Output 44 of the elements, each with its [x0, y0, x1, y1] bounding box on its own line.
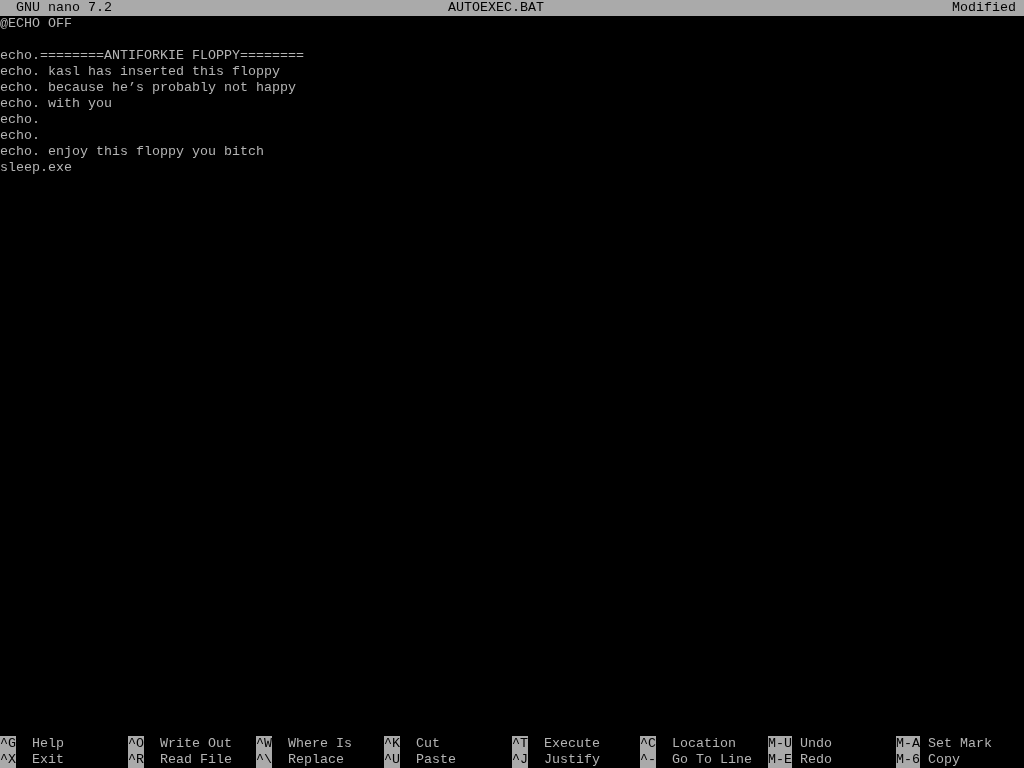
shortcut-key: ^J: [512, 752, 528, 768]
code-line: echo.: [0, 112, 40, 128]
shortcut-key: ^-: [640, 752, 656, 768]
shortcut-label: Replace: [288, 752, 344, 768]
shortcut-key: ^W: [256, 736, 272, 752]
shortcut-key: M-6: [896, 752, 920, 768]
shortcut-label: Copy: [928, 752, 960, 768]
shortcut-label: Undo: [800, 736, 832, 752]
shortcut-key: ^T: [512, 736, 528, 752]
code-line: echo.========ANTIFORKIE FLOPPY========: [0, 48, 304, 64]
shortcut-key: M-U: [768, 736, 792, 752]
code-line: echo. because he’s probably not happy: [0, 80, 296, 96]
shortcut-key: ^U: [384, 752, 400, 768]
shortcut-label: Redo: [800, 752, 832, 768]
code-line: echo. with you: [0, 96, 112, 112]
shortcut-label: Read File: [160, 752, 232, 768]
shortcut-key: ^\: [256, 752, 272, 768]
shortcut-key: M-E: [768, 752, 792, 768]
shortcut-label: Paste: [416, 752, 456, 768]
code-line: echo. kasl has inserted this floppy: [0, 64, 280, 80]
code-line: echo.: [0, 128, 40, 144]
shortcut-label: Set Mark: [928, 736, 992, 752]
shortcut-key: ^C: [640, 736, 656, 752]
shortcut-label: Execute: [544, 736, 600, 752]
shortcut-key: ^R: [128, 752, 144, 768]
code-line: @ECHO OFF: [0, 16, 72, 32]
file-name: AUTOEXEC.BAT: [448, 0, 545, 16]
shortcut-key: M-A: [896, 736, 920, 752]
shortcut-label: Justify: [544, 752, 600, 768]
shortcut-label: Cut: [416, 736, 440, 752]
shortcut-label: Location: [672, 736, 736, 752]
shortcut-label: Write Out: [160, 736, 232, 752]
app-version: GNU nano 7.2: [16, 0, 113, 16]
shortcut-key: ^G: [0, 736, 16, 752]
shortcut-key: ^K: [384, 736, 400, 752]
shortcut-key: ^O: [128, 736, 144, 752]
code-line: sleep.exe: [0, 160, 72, 176]
modified-status: Modified: [952, 0, 1016, 16]
shortcut-key: ^X: [0, 752, 16, 768]
shortcut-label: Where Is: [288, 736, 352, 752]
shortcut-label: Go To Line: [672, 752, 752, 768]
code-line: echo. enjoy this floppy you bitch: [0, 144, 264, 160]
shortcut-label: Help: [32, 736, 64, 752]
shortcut-label: Exit: [32, 752, 64, 768]
